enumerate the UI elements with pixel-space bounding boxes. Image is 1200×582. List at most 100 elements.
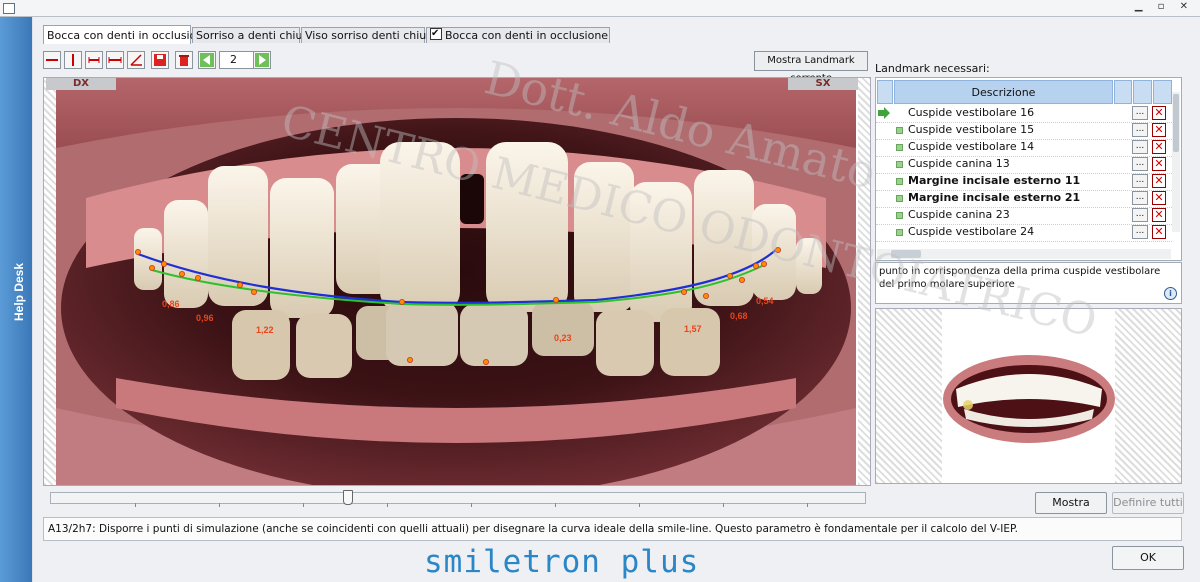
definire-tutti-button[interactable]: Definire tutti (1112, 492, 1184, 514)
landmark-row-6[interactable]: Margine incisale esterno 21 ... ✕ (876, 190, 1172, 208)
landmarks-horizontal-scrollbar[interactable] (877, 249, 1171, 259)
landmark-label: Cuspide vestibolare 15 (908, 123, 1035, 136)
landmark-delete-button[interactable]: ✕ (1152, 106, 1166, 120)
arrow-left-icon (200, 53, 214, 67)
vertical-line-tool-button[interactable] (64, 51, 82, 69)
slider-tick (303, 503, 304, 507)
hatched-margin (858, 78, 870, 485)
previous-button[interactable] (198, 51, 216, 69)
landmark-edit-button[interactable]: ... (1132, 140, 1148, 154)
column-header-descrizione[interactable]: Descrizione (894, 80, 1113, 104)
landmark-delete-button[interactable]: ✕ (1152, 191, 1166, 205)
distance-tool-button[interactable] (106, 51, 124, 69)
landmark-marker-icon (896, 178, 903, 185)
measurement-label-1: 0,86 (162, 299, 180, 309)
horizontal-line-tool-button[interactable] (43, 51, 61, 69)
slider-tick (639, 503, 640, 507)
floppy-disk-icon (154, 54, 166, 66)
landmark-label: Cuspide vestibolare 14 (908, 140, 1035, 153)
slider-tick (723, 503, 724, 507)
delete-button[interactable] (175, 51, 193, 69)
info-icon[interactable]: i (1164, 287, 1177, 300)
scrollbar-thumb[interactable] (1173, 94, 1179, 152)
scrollbar-thumb[interactable] (891, 250, 921, 258)
window-titlebar: ▁ ▫ ✕ (0, 0, 1200, 17)
landmark-delete-button[interactable]: ✕ (1152, 174, 1166, 188)
landmark-row-2[interactable]: Cuspide vestibolare 15 ... ✕ (876, 122, 1172, 140)
landmark-edit-button[interactable]: ... (1132, 208, 1148, 222)
landmark-row-5[interactable]: Margine incisale esterno 11 ... ✕ (876, 173, 1172, 191)
app-icon (3, 3, 15, 14)
measurement-label-2: 0,96 (196, 313, 214, 323)
landmark-row-7[interactable]: Cuspide canina 23 ... ✕ (876, 207, 1172, 225)
segment-icon (88, 57, 100, 63)
slider-tick (219, 503, 220, 507)
landmark-marker-icon (896, 127, 903, 134)
show-current-landmark-button[interactable]: Mostra Landmark corrente (754, 51, 868, 84)
landmark-description-box: punto in corrispondenza della prima cusp… (875, 262, 1182, 304)
tab-label: Viso sorriso denti chiusi (305, 29, 436, 42)
image-slider[interactable] (50, 490, 866, 507)
horizontal-line-icon (46, 59, 58, 61)
tab-bocca-occlusione-checked[interactable]: Bocca con denti in occlusione (426, 26, 610, 43)
tab-label: Sorriso a denti chiusi (196, 29, 312, 42)
tab-viso-sorriso[interactable]: Viso sorriso denti chiusi (301, 27, 435, 43)
brand-logo-text: smiletron plus (424, 544, 700, 580)
smile-reference-illustration (943, 355, 1115, 443)
landmark-row-8[interactable]: Cuspide vestibolare 24 ... ✕ (876, 224, 1172, 242)
hatched-margin (44, 78, 56, 485)
trash-icon (179, 55, 189, 66)
landmark-label: Cuspide vestibolare 16 (908, 106, 1035, 119)
landmark-row-1[interactable]: Cuspide vestibolare 16 ... ✕ (876, 105, 1172, 123)
landmark-edit-button[interactable]: ... (1132, 225, 1148, 239)
table-header-cell (1133, 80, 1152, 104)
current-row-arrow-icon (878, 107, 890, 119)
landmark-delete-button[interactable]: ✕ (1152, 208, 1166, 222)
landmark-delete-button[interactable]: ✕ (1152, 123, 1166, 137)
landmark-preview-panel (875, 308, 1182, 484)
landmarks-vertical-scrollbar[interactable] (1172, 92, 1180, 232)
save-button[interactable] (151, 51, 169, 69)
mostra-button[interactable]: Mostra (1035, 492, 1107, 514)
short-line-tool-button[interactable] (85, 51, 103, 69)
distance-arrow-icon (108, 57, 122, 63)
landmark-delete-button[interactable]: ✕ (1152, 157, 1166, 171)
landmark-marker-icon (896, 144, 903, 151)
arrow-right-icon (255, 53, 269, 67)
angle-icon (130, 54, 142, 66)
landmark-label: Cuspide vestibolare 24 (908, 225, 1035, 238)
measurement-label-6: 0,68 (730, 311, 748, 321)
landmark-label: Margine incisale esterno 11 (908, 174, 1081, 187)
slider-thumb[interactable] (343, 490, 353, 505)
landmark-edit-button[interactable]: ... (1132, 174, 1148, 188)
landmark-delete-button[interactable]: ✕ (1152, 225, 1166, 239)
sx-label: SX (788, 78, 858, 90)
next-button[interactable] (253, 51, 271, 69)
tab-label: Bocca con denti in occlusione (47, 29, 211, 42)
landmark-marker-icon (896, 229, 903, 236)
landmark-edit-button[interactable]: ... (1132, 157, 1148, 171)
landmark-label: Cuspide canina 13 (908, 157, 1010, 170)
window-controls[interactable]: ▁ ▫ ✕ (1135, 1, 1194, 12)
slider-tick (555, 503, 556, 507)
landmark-row-4[interactable]: Cuspide canina 13 ... ✕ (876, 156, 1172, 174)
vertical-line-icon (72, 54, 74, 66)
measurement-label-5: 1,57 (684, 324, 702, 334)
tab-checkbox[interactable] (430, 26, 442, 42)
tab-bocca-occlusione[interactable]: Bocca con denti in occlusione (43, 25, 210, 44)
angle-tool-button[interactable] (127, 51, 145, 69)
dental-photo-canvas[interactable]: 0,86 0,96 1,22 0,23 1,57 0,68 0,54 (56, 78, 856, 485)
help-desk-label: Help Desk (12, 262, 26, 322)
landmark-edit-button[interactable]: ... (1132, 191, 1148, 205)
landmark-edit-button[interactable]: ... (1132, 123, 1148, 137)
measurement-label-7: 0,54 (756, 296, 774, 306)
landmark-edit-button[interactable]: ... (1132, 106, 1148, 120)
slider-tick (387, 503, 388, 507)
landmark-delete-button[interactable]: ✕ (1152, 140, 1166, 154)
ok-button[interactable]: OK (1112, 546, 1184, 570)
tab-sorriso-denti-chiusi[interactable]: Sorriso a denti chiusi (192, 27, 311, 43)
landmark-marker-icon (896, 212, 903, 219)
landmark-row-3[interactable]: Cuspide vestibolare 14 ... ✕ (876, 139, 1172, 157)
help-desk-sidebar[interactable]: Help Desk (0, 17, 32, 582)
landmarks-title: Landmark necessari: (875, 62, 990, 75)
